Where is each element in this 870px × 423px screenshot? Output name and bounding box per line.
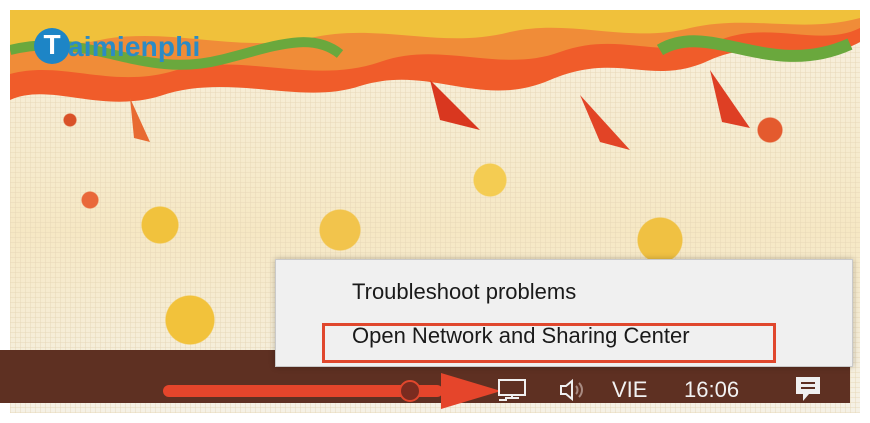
taskbar-clock[interactable]: 16:06 bbox=[684, 376, 739, 404]
watermark-badge: T bbox=[34, 28, 70, 64]
annotation-arrow bbox=[163, 373, 501, 409]
tray-app-icon[interactable] bbox=[398, 379, 422, 403]
highlight-box bbox=[322, 323, 776, 363]
screenshot-frame: T aimienphi Troubleshoot problems Open N… bbox=[0, 0, 870, 423]
action-center-icon[interactable] bbox=[794, 374, 822, 404]
network-icon[interactable] bbox=[495, 376, 529, 404]
watermark-text: aimienphi bbox=[68, 31, 201, 62]
language-indicator[interactable]: VIE bbox=[612, 376, 647, 404]
volume-icon[interactable] bbox=[556, 376, 586, 404]
menu-item-troubleshoot-problems[interactable]: Troubleshoot problems bbox=[276, 270, 852, 314]
watermark-logo: T aimienphi bbox=[34, 28, 244, 72]
